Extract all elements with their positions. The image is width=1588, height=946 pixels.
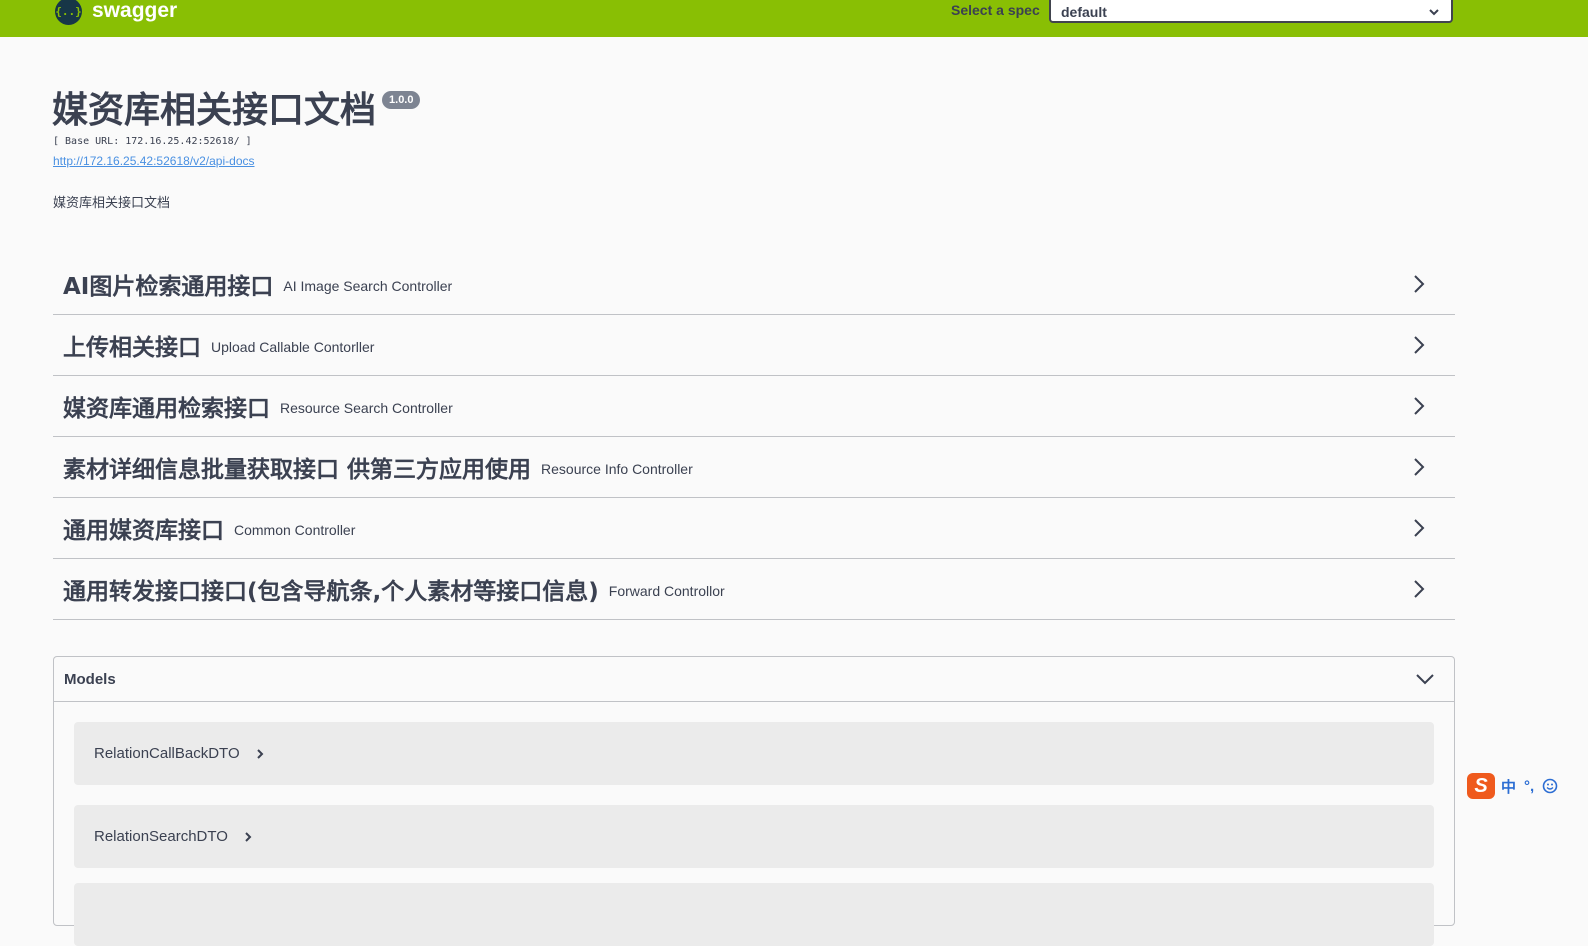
chevron-right-icon [1414, 397, 1425, 415]
tag-description: Forward Controllor [608, 582, 725, 599]
topbar: {..} swagger Select a spec default [0, 0, 1588, 37]
spec-select-value: default [1061, 3, 1107, 20]
tag-name: 通用媒资库接口 [63, 518, 224, 544]
chevron-right-icon [1414, 580, 1425, 598]
smiley-icon[interactable] [1542, 778, 1558, 794]
ime-toolbar[interactable]: S 中 °, [1467, 772, 1588, 800]
tag-section[interactable]: 上传相关接口 Upload Callable Contorller [53, 315, 1455, 376]
api-title-block: 媒资库相关接口文档 1.0.0 [52, 88, 421, 134]
models-section: Models RelationCallBackDTO RelationSearc… [53, 656, 1455, 946]
api-description: 媒资库相关接口文档 [53, 196, 171, 211]
tag-description: AI Image Search Controller [283, 277, 453, 294]
model-item[interactable] [74, 883, 1434, 946]
tag-name: AI图片检索通用接口 [63, 274, 274, 300]
tag-description: Resource Info Controller [541, 460, 693, 477]
swagger-logo-icon: {..} [55, 0, 82, 25]
tag-name: 通用转发接口接口(包含导航条,个人素材等接口信息) [63, 579, 599, 605]
tag-description: Common Controller [234, 521, 356, 538]
spec-select-label: Select a spec [951, 2, 1040, 18]
chevron-right-icon [1414, 519, 1425, 537]
chevron-down-icon [1416, 674, 1434, 685]
sogou-ime-icon[interactable]: S [1467, 773, 1495, 799]
chevron-right-icon [245, 831, 252, 842]
tag-description: Resource Search Controller [280, 399, 453, 416]
models-header[interactable]: Models [54, 657, 1454, 702]
model-item[interactable]: RelationCallBackDTO [74, 722, 1434, 785]
chevron-right-icon [256, 748, 264, 759]
ime-mode-toggle[interactable]: 中 [1501, 776, 1516, 797]
model-name: RelationCallBackDTO [94, 745, 240, 762]
tag-section[interactable]: 通用媒资库接口 Common Controller [53, 498, 1455, 559]
tag-section[interactable]: 媒资库通用检索接口 Resource Search Controller [53, 376, 1455, 437]
chevron-down-icon [1429, 8, 1439, 15]
tag-section[interactable]: AI图片检索通用接口 AI Image Search Controller [53, 254, 1455, 315]
chevron-right-icon [1414, 336, 1425, 354]
base-url: [ Base URL: 172.16.25.42:52618/ ] [53, 136, 252, 147]
swagger-logo[interactable]: {..} swagger [55, 0, 177, 26]
chevron-right-icon [1414, 458, 1425, 476]
tag-list: AI图片检索通用接口 AI Image Search Controller 上传… [53, 254, 1455, 620]
api-docs-link[interactable]: http://172.16.25.42:52618/v2/api-docs [53, 154, 255, 168]
chevron-right-icon [1414, 275, 1425, 293]
tag-section[interactable]: 素材详细信息批量获取接口 供第三方应用使用 Resource Info Cont… [53, 437, 1455, 498]
version-badge: 1.0.0 [382, 91, 421, 109]
tag-name: 上传相关接口 [63, 335, 201, 361]
swagger-logo-text: swagger [92, 0, 178, 22]
models-title: Models [64, 670, 116, 688]
page-title: 媒资库相关接口文档 [52, 90, 377, 131]
tag-description: Upload Callable Contorller [211, 338, 375, 355]
model-item[interactable]: RelationSearchDTO [74, 805, 1434, 868]
ime-punctuation-toggle[interactable]: °, [1524, 778, 1534, 795]
tag-section[interactable]: 通用转发接口接口(包含导航条,个人素材等接口信息) Forward Contro… [53, 559, 1455, 620]
tag-name: 素材详细信息批量获取接口 供第三方应用使用 [63, 457, 532, 483]
model-name: RelationSearchDTO [94, 828, 228, 845]
tag-name: 媒资库通用检索接口 [63, 396, 270, 422]
spec-select[interactable]: default [1049, 0, 1453, 23]
